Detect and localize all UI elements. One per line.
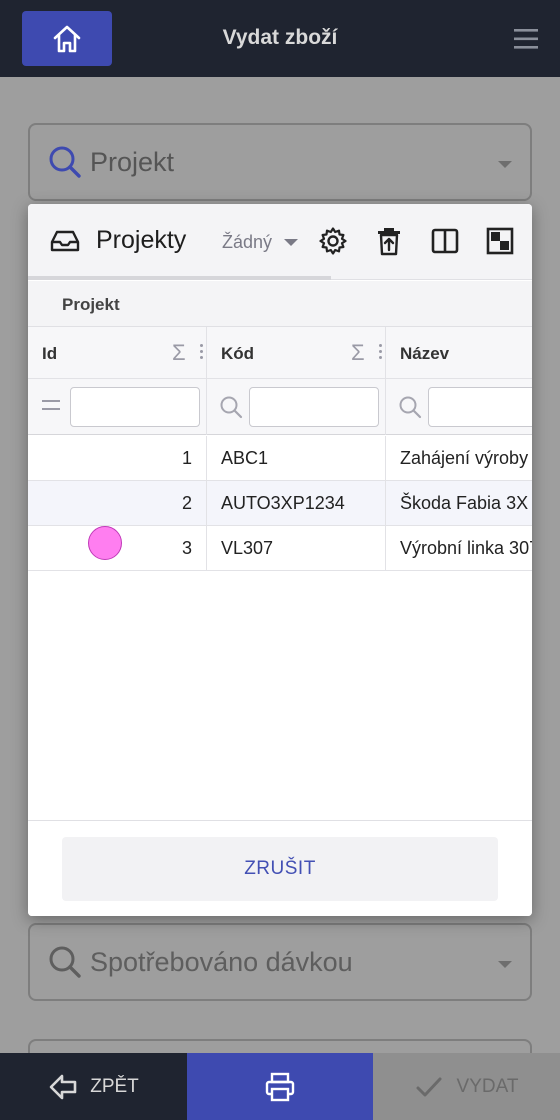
column-menu-icon[interactable]	[200, 344, 204, 362]
cell-name: Zahájení výroby	[386, 436, 532, 481]
top-bar: Vydat zboží	[0, 0, 560, 77]
group-by-label: Projekt	[62, 295, 120, 314]
cell-id: 1	[28, 436, 207, 481]
group-by-bar[interactable]: Projekt	[28, 281, 532, 327]
cell-id: 2	[28, 481, 207, 526]
column-title: Id	[42, 344, 58, 363]
column-header-id[interactable]: Id Σ	[28, 327, 207, 379]
filter-input-name[interactable]	[428, 387, 532, 427]
printer-icon	[265, 1072, 295, 1101]
dialog-title: Projekty	[96, 226, 187, 254]
bottom-action-bar: ZPĚT VYDAT	[0, 1053, 560, 1120]
columns-view-button[interactable]	[430, 226, 460, 256]
touch-indicator	[88, 526, 122, 560]
filter-cell-code	[207, 379, 386, 435]
cell-code: VL307	[207, 526, 386, 571]
consumed-placeholder: Spotřebováno dávkou	[90, 947, 353, 977]
view-select[interactable]: Žádný	[222, 232, 299, 253]
cell-name: Výrobní linka 307	[386, 526, 532, 571]
dialog-footer: ZRUŠIT	[28, 820, 532, 916]
print-button[interactable]	[187, 1053, 373, 1120]
checker-layout-icon	[486, 227, 514, 255]
column-title: Název	[400, 344, 450, 363]
layout-toggle-button[interactable]	[485, 226, 515, 256]
hamburger-menu-icon	[514, 29, 538, 49]
sum-icon[interactable]: Σ	[351, 340, 365, 366]
project-placeholder: Projekt	[90, 147, 175, 177]
column-header-row: Id Σ Kód Σ Název	[28, 327, 532, 379]
page-title: Vydat zboží	[222, 26, 338, 49]
sum-icon[interactable]: Σ	[172, 340, 186, 366]
project-select[interactable]: Projekt	[28, 123, 532, 201]
issue-label: VYDAT	[456, 1075, 519, 1097]
filter-input-id[interactable]	[70, 387, 200, 427]
table-row[interactable]: 1 ABC1 Zahájení výroby	[28, 436, 532, 481]
caret-down-icon	[284, 239, 299, 246]
back-label: ZPĚT	[90, 1075, 139, 1097]
column-header-code[interactable]: Kód Σ	[207, 327, 386, 379]
back-button[interactable]: ZPĚT	[0, 1053, 187, 1120]
chevron-down-icon	[498, 961, 512, 968]
menu-button[interactable]	[512, 25, 540, 53]
arrow-left-icon	[49, 1074, 77, 1099]
view-select-value: Žádný	[222, 232, 273, 252]
search-icon	[48, 945, 82, 984]
search-icon	[219, 395, 243, 424]
inbox-icon	[50, 229, 80, 258]
filter-input-code[interactable]	[249, 387, 379, 427]
issue-button[interactable]: VYDAT	[373, 1053, 560, 1120]
split-columns-icon	[431, 228, 459, 254]
tab-indicator	[28, 276, 331, 280]
checkmark-icon	[416, 1077, 442, 1096]
delete-button[interactable]	[374, 226, 404, 256]
column-title: Kód	[221, 344, 255, 363]
dialog-header: Projekty Žádný	[28, 204, 532, 280]
filter-cell-id	[28, 379, 207, 435]
gear-icon	[319, 227, 347, 255]
chevron-down-icon	[498, 161, 512, 168]
search-icon	[48, 145, 82, 184]
column-menu-icon[interactable]	[379, 344, 383, 362]
cancel-button[interactable]: ZRUŠIT	[62, 837, 498, 901]
projects-dialog: Projekty Žádný Projekt Id Σ Kód Σ Název …	[28, 204, 532, 916]
cell-name: Škoda Fabia 3X	[386, 481, 532, 526]
cell-code: AUTO3XP1234	[207, 481, 386, 526]
settings-button[interactable]	[318, 226, 348, 256]
consumed-by-batch-select[interactable]: Spotřebováno dávkou	[28, 923, 532, 1001]
column-header-name[interactable]: Název	[386, 327, 532, 379]
table-row[interactable]: 2 AUTO3XP1234 Škoda Fabia 3X	[28, 481, 532, 526]
equals-icon[interactable]	[42, 400, 62, 416]
search-icon	[398, 395, 422, 424]
trash-upload-icon	[378, 228, 400, 256]
cell-code: ABC1	[207, 436, 386, 481]
filter-row	[28, 379, 532, 435]
filter-cell-name	[386, 379, 532, 435]
